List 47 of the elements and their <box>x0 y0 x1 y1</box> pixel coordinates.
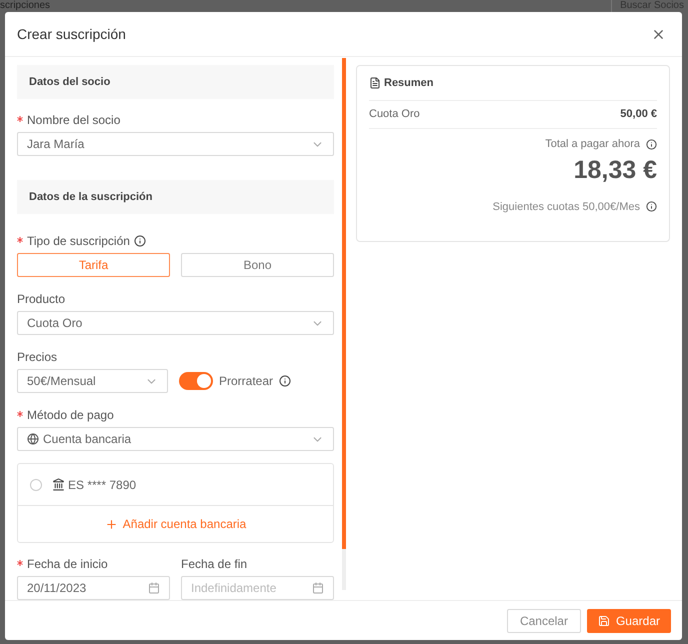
type-option[interactable]: Tarifa <box>17 253 170 277</box>
bank-icon <box>52 478 65 491</box>
save-button[interactable]: Guardar <box>586 608 671 632</box>
globe-icon <box>27 433 39 445</box>
type-option[interactable]: Bono <box>181 253 334 277</box>
field-label: Método de pago <box>17 406 114 424</box>
field-label: Fecha de fin <box>181 556 248 573</box>
dialog-title: Crear suscripción <box>17 24 126 44</box>
calendar-icon <box>312 582 324 594</box>
select-field[interactable]: Jara María <box>17 132 334 156</box>
required-icon <box>17 236 23 243</box>
required-icon <box>17 116 23 122</box>
section-header: Datos del socio <box>17 65 334 99</box>
info-icon <box>646 138 657 150</box>
toggle-label: Prorratear <box>219 373 274 390</box>
field-label: Fecha de inicio <box>17 555 108 573</box>
scrollbar-thumb[interactable] <box>342 58 346 549</box>
section-header: Datos de la suscripción <box>17 180 334 214</box>
select-field[interactable]: Cuenta bancaria <box>17 427 334 451</box>
total-label: Total a pagar ahora <box>545 137 640 152</box>
plus-icon <box>104 518 118 530</box>
field-label: Nombre del socio <box>17 111 120 129</box>
select-field[interactable]: 50€/Mensual <box>17 369 168 393</box>
info-icon <box>279 375 292 387</box>
total-amount: 18,33 € <box>574 154 657 186</box>
summary-item-name: Cuota Oro <box>369 107 420 122</box>
document-icon <box>369 77 381 89</box>
field-label: Precios <box>17 349 58 366</box>
radio-button[interactable] <box>30 478 42 490</box>
prorate-toggle[interactable] <box>179 372 213 390</box>
date-field[interactable]: 20/11/2023 <box>17 576 170 600</box>
bank-account-label: ES **** 7890 <box>68 476 136 494</box>
page-title: scripciones <box>0 0 50 12</box>
summary-title: Resumen <box>384 76 434 91</box>
next-fees-text: Siguientes cuotas 50,00€/Mes <box>492 200 640 214</box>
info-icon <box>646 201 657 212</box>
field-label: Tipo de suscripción <box>17 232 130 250</box>
required-icon <box>17 410 23 417</box>
field-label: Producto <box>17 291 66 308</box>
summary-item-amount: 50,00 € <box>620 107 657 122</box>
required-icon <box>17 560 23 566</box>
info-icon <box>134 235 146 247</box>
calendar-icon <box>148 582 160 594</box>
select-field[interactable]: Cuota Oro <box>17 311 334 335</box>
add-bank-account-link[interactable]: Añadir cuenta bancaria <box>18 506 333 542</box>
cancel-button[interactable]: Cancelar <box>506 608 581 632</box>
save-icon <box>598 614 610 626</box>
